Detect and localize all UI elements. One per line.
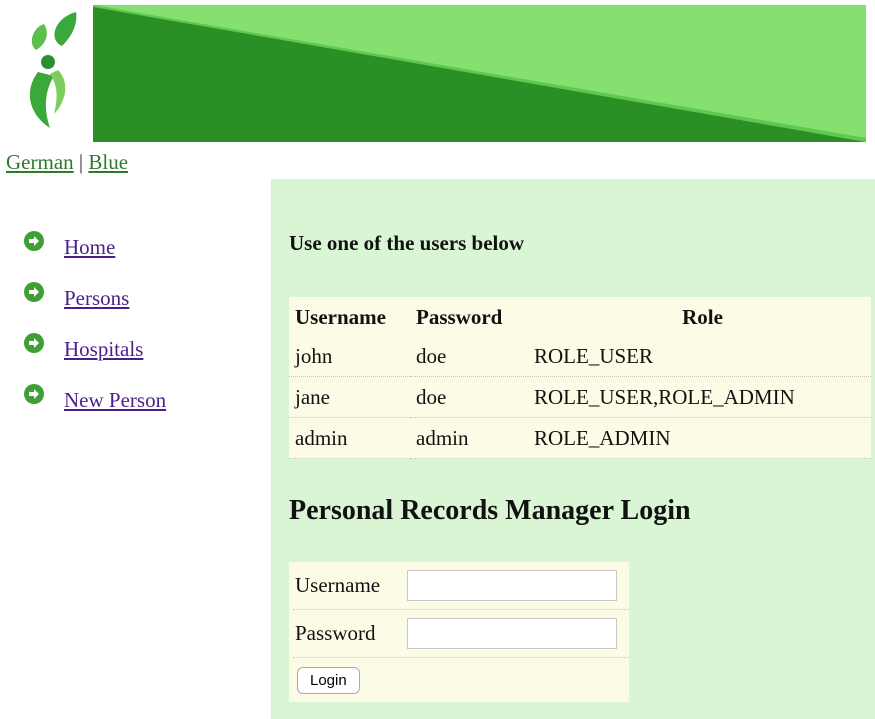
header-banner (93, 5, 866, 142)
page-title: Personal Records Manager Login (289, 495, 691, 526)
sidebar-item-hospitals[interactable]: Hospitals (24, 324, 264, 375)
username-label: Username (295, 573, 381, 597)
table-header-row: Username Password Role (289, 297, 871, 336)
username-row: Username (293, 562, 629, 610)
nav-link-persons[interactable]: Persons (64, 286, 129, 311)
sidebar-item-home[interactable]: Home (24, 222, 264, 273)
column-header-password: Password (416, 305, 503, 329)
cell-password: doe (410, 336, 528, 377)
language-separator: | (78, 150, 84, 174)
nav-link-home[interactable]: Home (64, 235, 115, 260)
language-switcher: German | Blue (6, 150, 128, 175)
username-field[interactable] (407, 570, 617, 601)
password-row: Password (293, 610, 629, 658)
users-table: Username Password Role john doe ROLE_USE… (289, 297, 871, 459)
cell-username: jane (289, 376, 410, 418)
green-arrow-circle-icon (24, 230, 44, 251)
main-panel: Use one of the users below Username Pass… (271, 179, 875, 719)
cell-role: ROLE_USER (528, 336, 871, 377)
login-form: Username Password Login (289, 562, 629, 702)
column-header-role: Role (682, 305, 723, 329)
password-field[interactable] (407, 618, 617, 649)
table-row: john doe ROLE_USER (289, 336, 871, 377)
cell-role: ROLE_USER,ROLE_ADMIN (528, 376, 871, 418)
table-row: jane doe ROLE_USER,ROLE_ADMIN (289, 376, 871, 418)
column-header-username: Username (295, 305, 386, 329)
password-label: Password (295, 621, 376, 645)
login-button[interactable]: Login (297, 667, 360, 694)
cell-password: doe (410, 376, 528, 418)
green-arrow-circle-icon (24, 281, 44, 302)
cell-role: ROLE_ADMIN (528, 417, 871, 459)
sidebar-item-new-person[interactable]: New Person (24, 375, 264, 426)
sidebar-item-persons[interactable]: Persons (24, 273, 264, 324)
users-hint: Use one of the users below (289, 231, 525, 255)
cell-username: admin (289, 417, 410, 459)
cell-password: admin (410, 417, 528, 459)
leaf-figure-logo (29, 12, 77, 128)
button-row: Login (297, 658, 629, 703)
nav-link-hospitals[interactable]: Hospitals (64, 337, 143, 362)
german-link[interactable]: German (6, 150, 74, 174)
blue-theme-link[interactable]: Blue (88, 150, 128, 174)
green-arrow-circle-icon (24, 332, 44, 353)
table-row: admin admin ROLE_ADMIN (289, 417, 871, 459)
sidebar-nav: Home Persons Hospitals New Person (24, 222, 264, 426)
green-arrow-circle-icon (24, 383, 44, 404)
cell-username: john (289, 336, 410, 377)
nav-link-new-person[interactable]: New Person (64, 388, 166, 413)
